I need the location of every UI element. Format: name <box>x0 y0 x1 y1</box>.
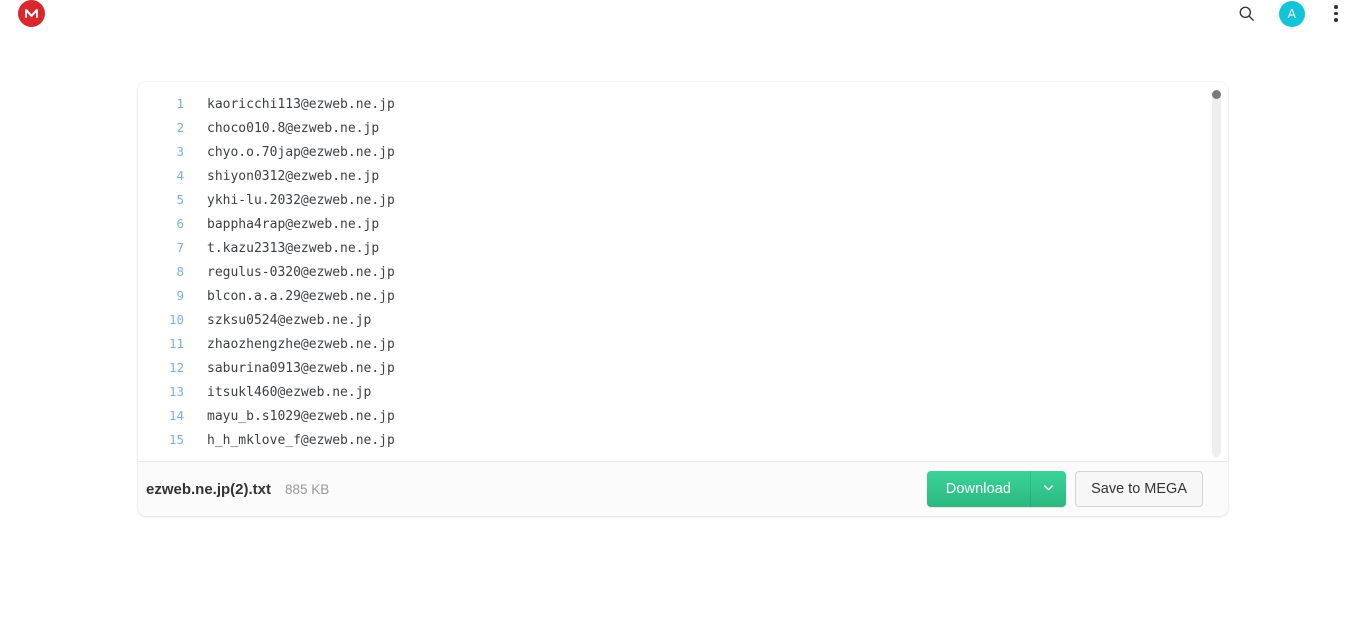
line-text: ykhi-lu.2032@ezweb.ne.jp <box>207 193 395 208</box>
code-line: 8 regulus-0320@ezweb.ne.jp <box>138 260 1228 284</box>
code-line: 7 t.kazu2313@ezweb.ne.jp <box>138 236 1228 260</box>
line-text: szksu0524@ezweb.ne.jp <box>207 313 372 328</box>
code-line: 6 bappha4rap@ezweb.ne.jp <box>138 212 1228 236</box>
code-line: 5 ykhi-lu.2032@ezweb.ne.jp <box>138 188 1228 212</box>
download-button-group: Download <box>926 471 1067 507</box>
line-text: h_h_mklove_f@ezweb.ne.jp <box>207 433 395 448</box>
line-number: 9 <box>176 288 184 303</box>
line-number: 1 <box>176 96 184 111</box>
top-header: A <box>0 0 1365 48</box>
line-text: regulus-0320@ezweb.ne.jp <box>207 265 395 280</box>
code-line: 12 saburina0913@ezweb.ne.jp <box>138 356 1228 380</box>
line-text: zhaozhengzhe@ezweb.ne.jp <box>207 337 395 352</box>
file-name: ezweb.ne.jp(2).txt <box>146 480 272 498</box>
line-text: itsukl460@ezweb.ne.jp <box>207 385 372 400</box>
line-number: 12 <box>168 360 184 375</box>
save-to-mega-button[interactable]: Save to MEGA <box>1075 471 1203 507</box>
download-dropdown-button[interactable] <box>1030 471 1066 507</box>
line-number: 2 <box>176 120 184 135</box>
line-number: 11 <box>168 336 184 351</box>
file-size: 885 KB <box>285 481 330 497</box>
line-number: 4 <box>176 168 184 183</box>
download-button[interactable]: Download <box>927 471 1030 507</box>
line-number: 6 <box>176 216 184 231</box>
line-text: blcon.a.a.29@ezweb.ne.jp <box>207 289 395 304</box>
footer-actions: Download Save to MEGA <box>926 471 1203 507</box>
line-text: bappha4rap@ezweb.ne.jp <box>207 217 380 232</box>
code-line: 2 choco010.8@ezweb.ne.jp <box>138 116 1228 140</box>
line-number: 13 <box>168 384 184 399</box>
line-text: saburina0913@ezweb.ne.jp <box>207 361 395 376</box>
line-number: 8 <box>176 264 184 279</box>
line-text: shiyon0312@ezweb.ne.jp <box>207 169 380 184</box>
line-number: 5 <box>176 192 184 207</box>
code-line: 10 szksu0524@ezweb.ne.jp <box>138 308 1228 332</box>
code-line: 9 blcon.a.a.29@ezweb.ne.jp <box>138 284 1228 308</box>
code-viewport[interactable]: 1 kaoricchi113@ezweb.ne.jp 2 choco010.8@ezw… <box>138 82 1228 461</box>
search-icon[interactable] <box>1233 1 1259 27</box>
line-number: 7 <box>176 240 184 255</box>
line-text: mayu_b.s1029@ezweb.ne.jp <box>207 409 395 424</box>
code-line: 13 itsukl460@ezweb.ne.jp <box>138 380 1228 404</box>
file-preview-card: 1 kaoricchi113@ezweb.ne.jp 2 choco010.8@ezw… <box>138 82 1228 516</box>
mega-logo-icon[interactable] <box>18 0 45 27</box>
line-number: 10 <box>168 312 184 327</box>
code-line-list: 1 kaoricchi113@ezweb.ne.jp 2 choco010.8@ezw… <box>138 92 1228 452</box>
line-number: 14 <box>168 408 184 423</box>
code-scrollbar-thumb[interactable] <box>1212 90 1221 99</box>
line-text: t.kazu2313@ezweb.ne.jp <box>207 241 380 256</box>
dot <box>1334 5 1338 9</box>
line-text: choco010.8@ezweb.ne.jp <box>207 121 380 136</box>
dot <box>1334 11 1338 16</box>
file-meta: ezweb.ne.jp(2).txt 885 KB <box>146 481 329 498</box>
line-text: chyo.o.70jap@ezweb.ne.jp <box>207 145 395 160</box>
line-number: 15 <box>168 432 184 447</box>
code-line: 14 mayu_b.s1029@ezweb.ne.jp <box>138 404 1228 428</box>
chevron-down-icon <box>1042 481 1055 497</box>
preview-footer: ezweb.ne.jp(2).txt 885 KB Download Save … <box>138 461 1228 516</box>
avatar[interactable]: A <box>1279 0 1305 27</box>
dot <box>1334 18 1338 22</box>
code-line: 1 kaoricchi113@ezweb.ne.jp <box>138 92 1228 116</box>
vertical-dots-icon[interactable] <box>1325 1 1347 27</box>
code-line: 11 zhaozhengzhe@ezweb.ne.jp <box>138 332 1228 356</box>
code-line: 3 chyo.o.70jap@ezweb.ne.jp <box>138 140 1228 164</box>
header-actions: A <box>1233 0 1347 27</box>
line-number: 3 <box>176 144 184 159</box>
code-line: 15 h_h_mklove_f@ezweb.ne.jp <box>138 428 1228 452</box>
code-scrollbar-track[interactable] <box>1212 90 1221 457</box>
line-text: kaoricchi113@ezweb.ne.jp <box>207 97 395 112</box>
code-line: 4 shiyon0312@ezweb.ne.jp <box>138 164 1228 188</box>
